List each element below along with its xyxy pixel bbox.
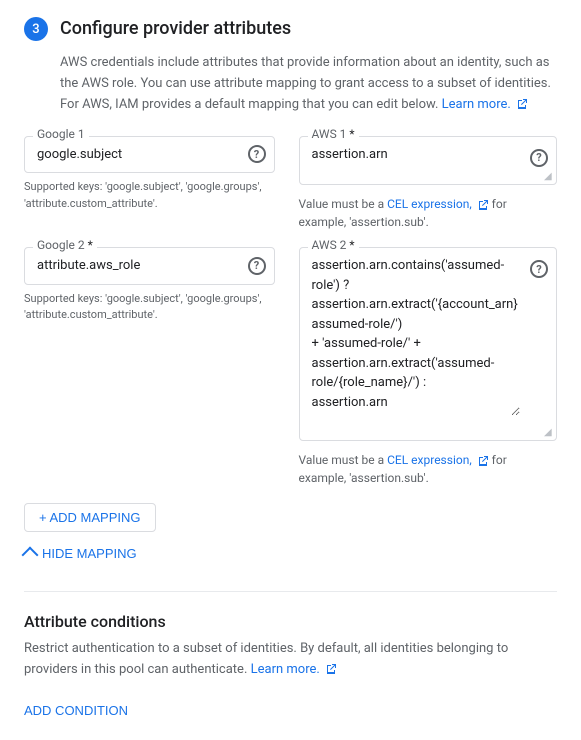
section-divider [24,591,557,592]
aws2-group: AWS 2 ? ◢ Value must be a CEL expression… [299,247,558,487]
learn-more-link-conditions[interactable]: Learn more. [251,662,337,677]
aws1-help-icon[interactable]: ? [530,149,548,167]
google2-help-icon[interactable]: ? [248,257,266,275]
step-header: 3 Configure provider attributes [24,16,557,41]
google1-help-icon[interactable]: ? [248,145,266,163]
step-title: Configure provider attributes [60,16,291,41]
google1-input[interactable] [37,145,238,165]
attribute-conditions-title: Attribute conditions [24,612,557,631]
action-row: + ADD MAPPING HIDE MAPPING [24,503,557,567]
aws2-textarea[interactable] [312,256,521,416]
aws2-external-link-icon [477,455,489,467]
aws1-cel-link[interactable]: CEL expression, [387,197,492,211]
hide-mapping-button[interactable]: HIDE MAPPING [24,540,137,567]
external-link-icon [516,98,528,110]
aws1-group: AWS 1 ? ◢ Value must be a CEL expression… [299,136,558,232]
google2-supported-keys: Supported keys: 'google.subject', 'googl… [24,291,275,324]
add-condition-button[interactable]: ADD CONDITION [24,697,128,724]
conditions-external-link-icon [325,663,337,675]
aws2-resize-handle: ◢ [544,428,554,438]
aws1-cel-note: Value must be a CEL expression, for exam… [299,195,558,231]
aws2-label: AWS 2 [308,239,359,251]
aws2-help-icon[interactable]: ? [530,260,548,278]
google2-group: Google 2 ? Supported keys: 'google.subje… [24,247,283,487]
google1-field-wrapper: Google 1 ? [24,136,275,174]
google2-input[interactable] [37,256,238,276]
google1-label: Google 1 [33,128,89,140]
aws2-cel-link[interactable]: CEL expression, [387,453,492,467]
aws1-external-link-icon [477,199,489,211]
learn-more-link-header[interactable]: Learn more. [442,97,528,112]
attribute-conditions-section: Attribute conditions Restrict authentica… [24,612,557,724]
google2-field-wrapper: Google 2 ? [24,247,275,285]
add-mapping-button[interactable]: + ADD MAPPING [24,503,156,532]
aws2-cel-note: Value must be a CEL expression, for exam… [299,451,558,487]
aws1-resize-handle: ◢ [544,172,554,182]
google2-label: Google 2 [33,239,97,251]
step-description: AWS credentials include attributes that … [24,53,557,115]
aws2-field-wrapper: AWS 2 ? ◢ [299,247,558,441]
google1-group: Google 1 ? Supported keys: 'google.subje… [24,136,283,232]
attribute-conditions-description: Restrict authentication to a subset of i… [24,639,557,681]
chevron-up-icon [22,547,39,564]
google1-supported-keys: Supported keys: 'google.subject', 'googl… [24,179,275,212]
step-badge: 3 [24,17,48,41]
aws1-field-wrapper: AWS 1 ? ◢ [299,136,558,186]
aws1-label: AWS 1 [308,128,359,140]
mapping-grid: Google 1 ? Supported keys: 'google.subje… [24,136,557,488]
aws1-input[interactable] [312,145,521,165]
